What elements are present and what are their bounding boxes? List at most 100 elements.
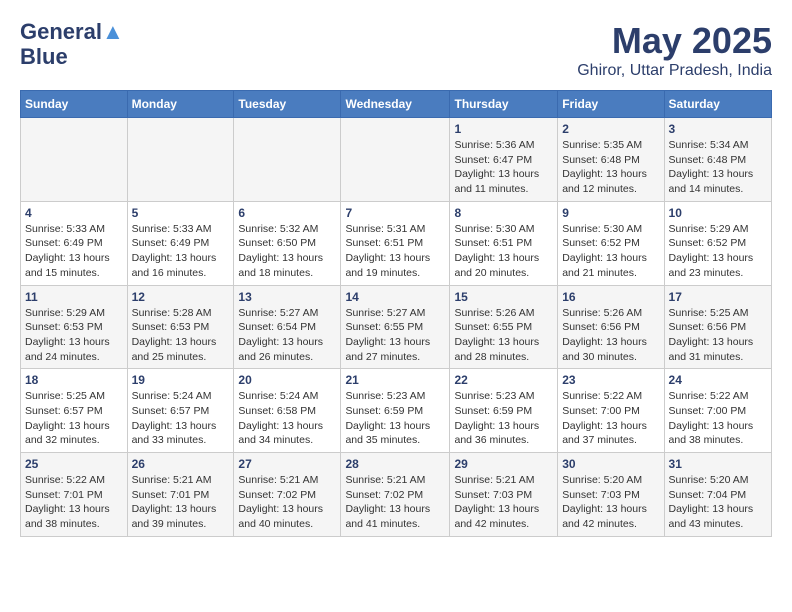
day-info: Sunrise: 5:21 AM Sunset: 7:02 PM Dayligh… (238, 473, 336, 532)
calendar-cell: 28Sunrise: 5:21 AM Sunset: 7:02 PM Dayli… (341, 453, 450, 537)
calendar-cell: 9 Sunrise: 5:30 AM Sunset: 6:52 PM Daylig… (558, 201, 664, 285)
day-number: 23 (562, 373, 659, 387)
calendar-cell: 24Sunrise: 5:22 AM Sunset: 7:00 PM Dayli… (664, 369, 771, 453)
calendar-cell: 21 Sunrise: 5:23 AM Sunset: 6:59 PM Dayli… (341, 369, 450, 453)
day-info: Sunrise: 5:26 AM Sunset: 6:56 PM Dayligh… (562, 306, 659, 365)
calendar-cell: 22 Sunrise: 5:23 AM Sunset: 6:59 PM Dayli… (450, 369, 558, 453)
day-info: Sunrise: 5:22 AM Sunset: 7:00 PM Dayligh… (562, 389, 659, 448)
day-info: Sunrise: 5:33 AM Sunset: 6:49 PM Dayligh… (132, 222, 230, 281)
day-number: 27 (238, 457, 336, 471)
calendar-week-row: 1Sunrise: 5:36 AM Sunset: 6:47 PM Daylig… (21, 118, 772, 202)
day-info: Sunrise: 5:22 AM Sunset: 7:00 PM Dayligh… (669, 389, 767, 448)
day-number: 18 (25, 373, 123, 387)
calendar-cell: 29Sunrise: 5:21 AM Sunset: 7:03 PM Dayli… (450, 453, 558, 537)
day-number: 15 (454, 290, 553, 304)
calendar-cell: 30 Sunrise: 5:20 AM Sunset: 7:03 PM Dayli… (558, 453, 664, 537)
header-day-tuesday: Tuesday (234, 91, 341, 118)
day-info: Sunrise: 5:27 AM Sunset: 6:54 PM Dayligh… (238, 306, 336, 365)
day-info: Sunrise: 5:25 AM Sunset: 6:56 PM Dayligh… (669, 306, 767, 365)
calendar-cell: 14 Sunrise: 5:27 AM Sunset: 6:55 PM Dayli… (341, 285, 450, 369)
day-info: Sunrise: 5:20 AM Sunset: 7:03 PM Dayligh… (562, 473, 659, 532)
day-info: Sunrise: 5:33 AM Sunset: 6:49 PM Dayligh… (25, 222, 123, 281)
day-info: Sunrise: 5:21 AM Sunset: 7:02 PM Dayligh… (345, 473, 445, 532)
day-number: 14 (345, 290, 445, 304)
day-info: Sunrise: 5:24 AM Sunset: 6:58 PM Dayligh… (238, 389, 336, 448)
day-number: 25 (25, 457, 123, 471)
calendar-cell: 2 Sunrise: 5:35 AM Sunset: 6:48 PM Daylig… (558, 118, 664, 202)
day-info: Sunrise: 5:21 AM Sunset: 7:01 PM Dayligh… (132, 473, 230, 532)
calendar-cell: 27 Sunrise: 5:21 AM Sunset: 7:02 PM Dayli… (234, 453, 341, 537)
day-info: Sunrise: 5:29 AM Sunset: 6:53 PM Dayligh… (25, 306, 123, 365)
day-number: 20 (238, 373, 336, 387)
calendar-cell: 1Sunrise: 5:36 AM Sunset: 6:47 PM Daylig… (450, 118, 558, 202)
day-number: 26 (132, 457, 230, 471)
day-number: 12 (132, 290, 230, 304)
title-section: May 2025 Ghiror, Uttar Pradesh, India (577, 20, 772, 80)
header-day-saturday: Saturday (664, 91, 771, 118)
day-info: Sunrise: 5:29 AM Sunset: 6:52 PM Dayligh… (669, 222, 767, 281)
day-number: 2 (562, 122, 659, 136)
calendar-cell (234, 118, 341, 202)
calendar-cell: 16 Sunrise: 5:26 AM Sunset: 6:56 PM Dayli… (558, 285, 664, 369)
day-info: Sunrise: 5:20 AM Sunset: 7:04 PM Dayligh… (669, 473, 767, 532)
calendar-cell: 8Sunrise: 5:30 AM Sunset: 6:51 PM Daylig… (450, 201, 558, 285)
day-info: Sunrise: 5:26 AM Sunset: 6:55 PM Dayligh… (454, 306, 553, 365)
day-info: Sunrise: 5:22 AM Sunset: 7:01 PM Dayligh… (25, 473, 123, 532)
calendar-cell (341, 118, 450, 202)
calendar-cell: 12 Sunrise: 5:28 AM Sunset: 6:53 PM Dayli… (127, 285, 234, 369)
day-number: 22 (454, 373, 553, 387)
day-number: 10 (669, 206, 767, 220)
day-number: 21 (345, 373, 445, 387)
day-number: 6 (238, 206, 336, 220)
day-info: Sunrise: 5:31 AM Sunset: 6:51 PM Dayligh… (345, 222, 445, 281)
day-number: 9 (562, 206, 659, 220)
day-number: 31 (669, 457, 767, 471)
calendar-cell: 4Sunrise: 5:33 AM Sunset: 6:49 PM Daylig… (21, 201, 128, 285)
calendar-cell: 26 Sunrise: 5:21 AM Sunset: 7:01 PM Dayli… (127, 453, 234, 537)
header: General▲ Blue May 2025 Ghiror, Uttar Pra… (20, 20, 772, 80)
day-info: Sunrise: 5:24 AM Sunset: 6:57 PM Dayligh… (132, 389, 230, 448)
day-info: Sunrise: 5:30 AM Sunset: 6:51 PM Dayligh… (454, 222, 553, 281)
calendar-cell: 18 Sunrise: 5:25 AM Sunset: 6:57 PM Dayli… (21, 369, 128, 453)
calendar-cell: 13 Sunrise: 5:27 AM Sunset: 6:54 PM Dayli… (234, 285, 341, 369)
calendar-cell: 23 Sunrise: 5:22 AM Sunset: 7:00 PM Dayli… (558, 369, 664, 453)
header-day-friday: Friday (558, 91, 664, 118)
header-day-wednesday: Wednesday (341, 91, 450, 118)
day-info: Sunrise: 5:35 AM Sunset: 6:48 PM Dayligh… (562, 138, 659, 197)
day-number: 19 (132, 373, 230, 387)
day-info: Sunrise: 5:23 AM Sunset: 6:59 PM Dayligh… (345, 389, 445, 448)
calendar-cell: 6 Sunrise: 5:32 AM Sunset: 6:50 PM Daylig… (234, 201, 341, 285)
day-info: Sunrise: 5:23 AM Sunset: 6:59 PM Dayligh… (454, 389, 553, 448)
calendar-cell: 10 Sunrise: 5:29 AM Sunset: 6:52 PM Dayli… (664, 201, 771, 285)
day-number: 30 (562, 457, 659, 471)
day-info: Sunrise: 5:27 AM Sunset: 6:55 PM Dayligh… (345, 306, 445, 365)
day-number: 16 (562, 290, 659, 304)
calendar-week-row: 11 Sunrise: 5:29 AM Sunset: 6:53 PM Dayli… (21, 285, 772, 369)
day-info: Sunrise: 5:34 AM Sunset: 6:48 PM Dayligh… (669, 138, 767, 197)
logo-text: General▲ (20, 19, 124, 44)
calendar-cell: 11 Sunrise: 5:29 AM Sunset: 6:53 PM Dayli… (21, 285, 128, 369)
calendar-week-row: 25 Sunrise: 5:22 AM Sunset: 7:01 PM Dayli… (21, 453, 772, 537)
header-day-sunday: Sunday (21, 91, 128, 118)
calendar-cell: 31 Sunrise: 5:20 AM Sunset: 7:04 PM Dayli… (664, 453, 771, 537)
calendar-cell: 7Sunrise: 5:31 AM Sunset: 6:51 PM Daylig… (341, 201, 450, 285)
day-info: Sunrise: 5:30 AM Sunset: 6:52 PM Dayligh… (562, 222, 659, 281)
logo: General▲ Blue (20, 20, 124, 70)
header-day-monday: Monday (127, 91, 234, 118)
day-number: 11 (25, 290, 123, 304)
header-day-thursday: Thursday (450, 91, 558, 118)
day-info: Sunrise: 5:28 AM Sunset: 6:53 PM Dayligh… (132, 306, 230, 365)
day-number: 1 (454, 122, 553, 136)
day-number: 5 (132, 206, 230, 220)
day-number: 17 (669, 290, 767, 304)
day-info: Sunrise: 5:32 AM Sunset: 6:50 PM Dayligh… (238, 222, 336, 281)
calendar-cell (127, 118, 234, 202)
calendar-cell: 3Sunrise: 5:34 AM Sunset: 6:48 PM Daylig… (664, 118, 771, 202)
calendar-week-row: 18 Sunrise: 5:25 AM Sunset: 6:57 PM Dayli… (21, 369, 772, 453)
location-subtitle: Ghiror, Uttar Pradesh, India (577, 62, 772, 80)
day-number: 13 (238, 290, 336, 304)
logo-blue: Blue (20, 44, 68, 70)
day-info: Sunrise: 5:25 AM Sunset: 6:57 PM Dayligh… (25, 389, 123, 448)
calendar-cell (21, 118, 128, 202)
calendar-cell: 5 Sunrise: 5:33 AM Sunset: 6:49 PM Daylig… (127, 201, 234, 285)
